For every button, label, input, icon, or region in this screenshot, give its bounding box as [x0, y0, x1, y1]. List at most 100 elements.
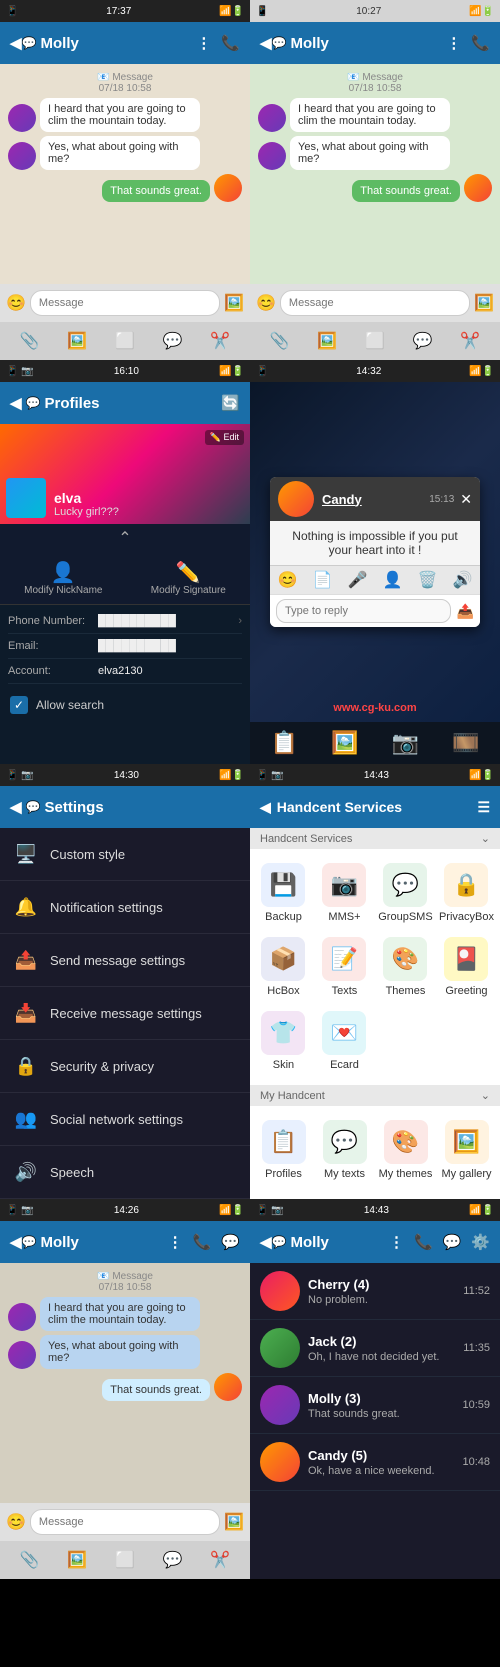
popup-close-button[interactable]: ✕ [460, 491, 472, 508]
tool-img-left1[interactable]: 🖼️ [67, 331, 87, 351]
tool-msg-right1[interactable]: 💬 [413, 331, 433, 351]
popup-delete-button[interactable]: 🗑️ [418, 570, 438, 590]
service-skin[interactable]: 👕 Skin [254, 1005, 313, 1077]
service-greeting[interactable]: 🎴 Greeting [437, 931, 496, 1003]
popup-doc-button[interactable]: 📄 [313, 570, 333, 590]
bubble-row-r2: Yes, what about going with me? [258, 136, 492, 170]
panel-left-chat1: 📱 17:37 📶🔋 ◀ 💬 Molly ⋮ 📞 📧 Message 07/18… [0, 0, 250, 360]
services-expand-icon-2[interactable]: ⌄ [481, 1089, 490, 1102]
allow-search-row: ✓ Allow search [0, 688, 250, 722]
emoji-icon-left1[interactable]: 😊 [6, 293, 26, 313]
bottom-icon-2[interactable]: 🖼️ [331, 730, 358, 756]
popup-send-button[interactable]: 📤 [457, 603, 474, 620]
bottom-icon-1[interactable]: 📋 [271, 730, 298, 756]
tool-attach-left1[interactable]: 📎 [20, 331, 40, 351]
status-network-services: 📶🔋 [469, 770, 494, 781]
tool-cut-right1[interactable]: ✂️ [460, 331, 480, 351]
service-my-themes[interactable]: 🎨 My themes [376, 1114, 435, 1186]
back-icon-right1[interactable]: ◀ [260, 34, 272, 52]
services-back-icon[interactable]: ◀ [260, 799, 271, 816]
tool-frame-right1[interactable]: ⬜ [365, 331, 385, 351]
profiles-header: ◀ 💬 Profiles 🔄 [0, 382, 250, 424]
service-my-gallery[interactable]: 🖼️ My gallery [437, 1114, 496, 1186]
settings-item-receive[interactable]: 📥 Receive message settings [0, 987, 250, 1040]
image-icon-right1[interactable]: 🖼️ [474, 293, 494, 313]
menu-icon-contacts[interactable]: ⋮ [389, 1233, 404, 1251]
contact-cherry[interactable]: Cherry (4) No problem. 11:52 [250, 1263, 500, 1320]
call-icon-contacts[interactable]: 📞 [414, 1233, 433, 1251]
tool-cut-left1[interactable]: ✂️ [210, 331, 230, 351]
tool-frame-left4[interactable]: ⬜ [115, 1550, 135, 1570]
msg-icon-left4[interactable]: 💬 [221, 1233, 240, 1251]
allow-search-checkbox[interactable]: ✓ [10, 696, 28, 714]
settings-back-icon[interactable]: ◀ [10, 798, 22, 816]
contact-molly[interactable]: Molly (3) That sounds great. 10:59 [250, 1377, 500, 1434]
message-input-right1[interactable] [280, 290, 470, 316]
status-network-popup: 📶🔋 [469, 366, 494, 377]
modify-nickname-button[interactable]: 👤 Modify NickName [24, 560, 102, 596]
image-icon-left4[interactable]: 🖼️ [224, 1512, 244, 1532]
popup-volume-button[interactable]: 🔊 [453, 570, 473, 590]
bottom-icon-4[interactable]: 🎞️ [452, 730, 479, 756]
profiles-refresh-icon[interactable]: 🔄 [221, 394, 240, 412]
settings-item-notifications[interactable]: 🔔 Notification settings [0, 881, 250, 934]
tool-msg-left4[interactable]: 💬 [163, 1550, 183, 1570]
contact-candy[interactable]: Candy (5) Ok, have a nice weekend. 10:48 [250, 1434, 500, 1491]
call-icon-left4[interactable]: 📞 [193, 1233, 212, 1251]
service-ecard[interactable]: 💌 Ecard [315, 1005, 374, 1077]
service-profiles[interactable]: 📋 Profiles [254, 1114, 313, 1186]
services-expand-icon-1[interactable]: ⌄ [481, 832, 490, 845]
tool-img-left4[interactable]: 🖼️ [67, 1550, 87, 1570]
services-menu-icon[interactable]: ☰ [477, 799, 490, 816]
tool-img-right1[interactable]: 🖼️ [317, 331, 337, 351]
modify-signature-button[interactable]: ✏️ Modify Signature [151, 560, 226, 596]
emoji-icon-right1[interactable]: 😊 [256, 293, 276, 313]
collapse-icon[interactable]: ⌃ [118, 528, 131, 548]
security-label: Security & privacy [50, 1059, 154, 1074]
tool-cut-left4[interactable]: ✂️ [210, 1550, 230, 1570]
settings-item-security[interactable]: 🔒 Security & privacy [0, 1040, 250, 1093]
settings-item-social[interactable]: 👥 Social network settings [0, 1093, 250, 1146]
tool-attach-left4[interactable]: 📎 [20, 1550, 40, 1570]
menu-icon-right1[interactable]: ⋮ [446, 34, 461, 52]
popup-contact-button[interactable]: 👤 [383, 570, 403, 590]
service-privacybox[interactable]: 🔒 PrivacyBox [437, 857, 496, 929]
tool-attach-right1[interactable]: 📎 [270, 331, 290, 351]
msg-icon-contacts[interactable]: 💬 [443, 1233, 462, 1251]
emoji-icon-left4[interactable]: 😊 [6, 1512, 26, 1532]
tool-msg-left1[interactable]: 💬 [163, 331, 183, 351]
row3: 📱 📷 14:30 📶🔋 ◀ 💬 Settings 🖥️ Custom styl… [0, 764, 500, 1199]
message-input-left4[interactable] [30, 1509, 220, 1535]
settings-item-send[interactable]: 📤 Send message settings [0, 934, 250, 987]
msg-label-right1: 📧 Message [347, 72, 403, 83]
service-groupsms[interactable]: 💬 GroupSMS [376, 857, 435, 929]
hcbox-icon: 📦 [261, 937, 305, 981]
settings-item-custom-style[interactable]: 🖥️ Custom style [0, 828, 250, 881]
menu-icon-left4[interactable]: ⋮ [168, 1233, 183, 1251]
popup-mic-button[interactable]: 🎤 [348, 570, 368, 590]
back-icon-contacts[interactable]: ◀ [260, 1233, 272, 1251]
menu-icon-left1[interactable]: ⋮ [196, 34, 211, 52]
settings-item-speech[interactable]: 🔊 Speech [0, 1146, 250, 1199]
tool-frame-left1[interactable]: ⬜ [115, 331, 135, 351]
back-icon-left4[interactable]: ◀ [10, 1233, 22, 1251]
bottom-icon-3[interactable]: 📷 [392, 730, 419, 756]
call-icon-right1[interactable]: 📞 [471, 34, 490, 52]
service-hcbox[interactable]: 📦 HcBox [254, 931, 313, 1003]
popup-emoji-button[interactable]: 😊 [278, 570, 298, 590]
image-icon-left1[interactable]: 🖼️ [224, 293, 244, 313]
service-themes[interactable]: 🎨 Themes [376, 931, 435, 1003]
profile-edit-button[interactable]: ✏️ Edit [205, 430, 244, 445]
service-texts[interactable]: 📝 Texts [315, 931, 374, 1003]
call-icon-left1[interactable]: 📞 [221, 34, 240, 52]
contact-jack[interactable]: Jack (2) Oh, I have not decided yet. 11:… [250, 1320, 500, 1377]
service-backup[interactable]: 💾 Backup [254, 857, 313, 929]
back-icon-profiles[interactable]: ◀ [10, 394, 22, 412]
popup-reply-input[interactable] [276, 599, 451, 623]
message-input-left1[interactable] [30, 290, 220, 316]
service-my-texts[interactable]: 💬 My texts [315, 1114, 374, 1186]
service-mms[interactable]: 📷 MMS+ [315, 857, 374, 929]
candy-info: Candy (5) Ok, have a nice weekend. [308, 1448, 462, 1477]
settings-icon-contacts[interactable]: ⚙️ [471, 1233, 490, 1251]
back-icon-left1[interactable]: ◀ [10, 34, 22, 52]
